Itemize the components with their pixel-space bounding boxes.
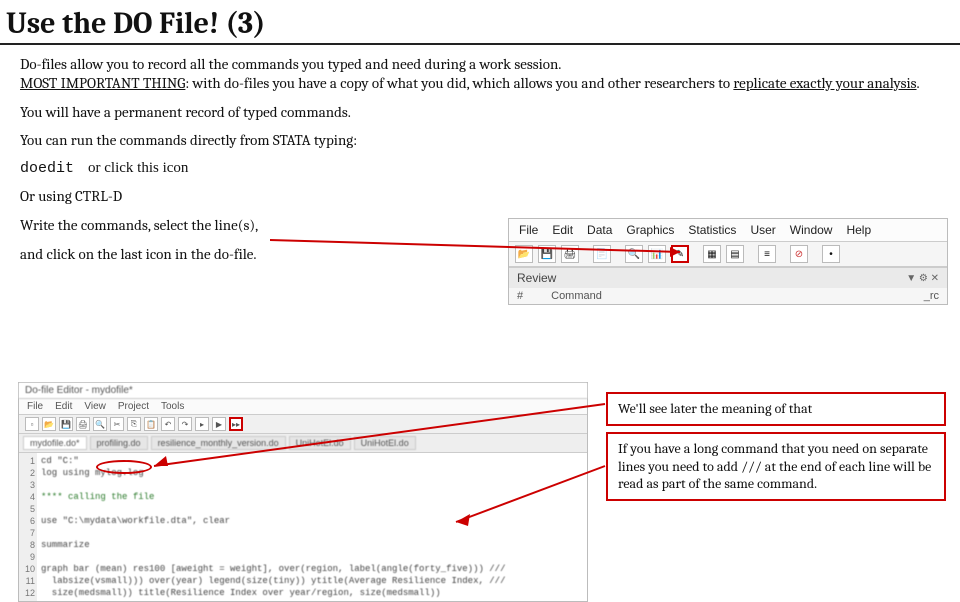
variables-icon[interactable]: ≡ xyxy=(758,245,776,263)
doedit-screenshot: Do-file Editor - mydofile* File Edit Vie… xyxy=(18,382,588,602)
more-icon[interactable]: • xyxy=(822,245,840,263)
review-label: Review xyxy=(517,271,556,285)
menu-user[interactable]: User xyxy=(750,223,775,237)
copy-icon[interactable]: ⎘ xyxy=(127,417,141,431)
de-menu-view[interactable]: View xyxy=(84,401,106,412)
callout-triple-slash: If you have a long command that you need… xyxy=(606,432,946,501)
code-content[interactable]: cd "C:" log using mylog.log **** calling… xyxy=(37,453,509,601)
stata-toolbar: 📂 💾 🖨 📄 🔍 📊 ✎ ▦ ▤ ≡ ⊘ • xyxy=(509,242,947,267)
doedit-window-title: Do-file Editor - mydofile* xyxy=(19,383,587,399)
menu-window[interactable]: Window xyxy=(790,223,833,237)
menu-file[interactable]: File xyxy=(519,223,538,237)
doedit-hint: or click this icon xyxy=(88,160,188,177)
save-icon[interactable]: 💾 xyxy=(538,245,556,263)
tab-3[interactable]: UniHotEl.do xyxy=(289,436,351,450)
stata-menubar: File Edit Data Graphics Statistics User … xyxy=(509,219,947,242)
doedit-menubar: File Edit View Project Tools xyxy=(19,399,587,415)
execute-icon[interactable]: ▸▸ xyxy=(229,417,243,431)
data-editor-icon[interactable]: ▦ xyxy=(703,245,721,263)
paragraph-1: Do-files allow you to record all the com… xyxy=(20,55,940,93)
para1b-end: . xyxy=(917,74,920,92)
de-menu-edit[interactable]: Edit xyxy=(55,401,72,412)
viewer-icon[interactable]: 🔍 xyxy=(625,245,643,263)
open-icon[interactable]: 📂 xyxy=(515,245,533,263)
cut-icon[interactable]: ✂ xyxy=(110,417,124,431)
stata-screenshot: File Edit Data Graphics Statistics User … xyxy=(508,218,948,305)
callout-meaning: We'll see later the meaning of that xyxy=(606,392,946,426)
new-icon[interactable]: ▫ xyxy=(25,417,39,431)
redo-icon[interactable]: ↷ xyxy=(178,417,192,431)
para1b-underlined: MOST IMPORTANT THING xyxy=(20,74,185,92)
para1b-under2: replicate exactly your analysis xyxy=(733,74,916,92)
de-menu-project[interactable]: Project xyxy=(118,401,149,412)
code-area: 123456789101112 cd "C:" log using mylog.… xyxy=(19,453,587,601)
col-num: # xyxy=(517,290,523,302)
menu-help[interactable]: Help xyxy=(846,223,871,237)
page-title: Use the DO File! (3) xyxy=(0,0,960,45)
de-menu-tools[interactable]: Tools xyxy=(161,401,184,412)
review-panel-header: Review ▼ ⚙ ✕ xyxy=(509,267,947,288)
open-icon[interactable]: 📂 xyxy=(42,417,56,431)
filter-icon[interactable]: ▼ ⚙ ✕ xyxy=(906,273,939,284)
paragraph-2: You will have a permanent record of type… xyxy=(20,103,940,122)
doedit-toolbar: ▫ 📂 💾 🖨 🔍 ✂ ⎘ 📋 ↶ ↷ ▸ ▶ ▸▸ xyxy=(19,415,587,434)
highlight-ellipse xyxy=(96,460,152,474)
undo-icon[interactable]: ↶ xyxy=(161,417,175,431)
break-icon[interactable]: ⊘ xyxy=(790,245,808,263)
run-icon[interactable]: ▶ xyxy=(212,417,226,431)
data-browser-icon[interactable]: ▤ xyxy=(726,245,744,263)
tab-4[interactable]: UniHotEl.do xyxy=(354,436,416,450)
paragraph-3: You can run the commands directly from S… xyxy=(20,131,940,150)
tab-0[interactable]: mydofile.do* xyxy=(23,436,87,450)
col-rc: _rc xyxy=(924,290,939,302)
doedit-tabs: mydofile.do* profiling.do resilience_mon… xyxy=(19,434,587,453)
save-icon[interactable]: 💾 xyxy=(59,417,73,431)
menu-graphics[interactable]: Graphics xyxy=(626,223,674,237)
find-icon[interactable]: 🔍 xyxy=(93,417,107,431)
tab-1[interactable]: profiling.do xyxy=(90,436,148,450)
graph-icon[interactable]: 📊 xyxy=(648,245,666,263)
print-icon[interactable]: 🖨 xyxy=(561,245,579,263)
paragraph-4: Or using CTRL-D xyxy=(20,187,940,206)
tab-2[interactable]: resilience_monthly_version.do xyxy=(151,436,286,450)
bookmark-icon[interactable]: ▸ xyxy=(195,417,209,431)
menu-edit[interactable]: Edit xyxy=(552,223,573,237)
de-menu-file[interactable]: File xyxy=(27,401,43,412)
doedit-command: doedit xyxy=(20,160,74,177)
paste-icon[interactable]: 📋 xyxy=(144,417,158,431)
col-cmd: Command xyxy=(551,290,602,302)
para1b-rest: : with do-files you have a copy of what … xyxy=(185,74,733,92)
doedit-icon[interactable]: ✎ xyxy=(671,245,689,263)
log-icon[interactable]: 📄 xyxy=(593,245,611,263)
menu-data[interactable]: Data xyxy=(587,223,612,237)
para1a: Do-files allow you to record all the com… xyxy=(20,55,561,73)
line-gutter: 123456789101112 xyxy=(19,453,37,601)
print-icon[interactable]: 🖨 xyxy=(76,417,90,431)
review-columns: # Command _rc xyxy=(509,288,947,304)
menu-statistics[interactable]: Statistics xyxy=(688,223,736,237)
